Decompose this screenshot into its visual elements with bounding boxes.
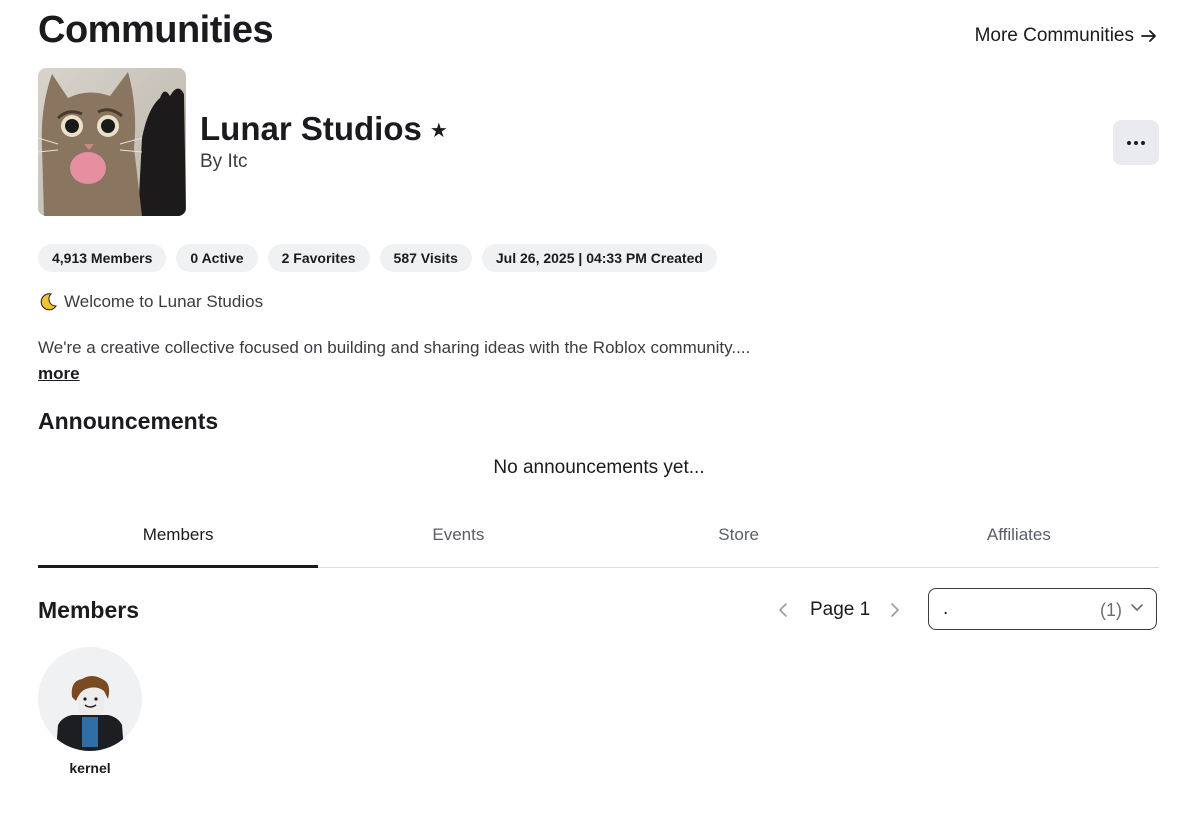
tab-store[interactable]: Store	[599, 510, 879, 567]
member-name: kernel	[69, 760, 111, 776]
welcome-text: Welcome to Lunar Studios	[64, 292, 264, 311]
tab-affiliates[interactable]: Affiliates	[879, 510, 1159, 567]
chevron-right-icon	[891, 603, 900, 617]
stat-visits: 587 Visits	[379, 244, 472, 272]
page-title: Communities	[38, 9, 274, 51]
tab-members[interactable]: Members	[38, 510, 319, 568]
read-more-link[interactable]: more	[38, 362, 80, 386]
stat-created: Jul 26, 2025 | 04:33 PM Created	[481, 244, 717, 272]
stat-favorites: 2 Favorites	[267, 244, 370, 272]
star-icon: ★	[429, 120, 448, 142]
page-label: Page 1	[810, 599, 871, 620]
members-heading: Members	[38, 597, 139, 623]
group-owner[interactable]: By Itc	[200, 150, 248, 174]
member-card[interactable]: kernel	[38, 647, 142, 777]
stat-active: 0 Active	[176, 244, 258, 272]
arrow-right-icon	[1140, 27, 1158, 45]
stat-members: 4,913 Members	[38, 244, 167, 272]
no-announcements-text: No announcements yet...	[493, 457, 705, 478]
more-communities-link[interactable]: More Communities	[975, 24, 1158, 48]
more-actions-button[interactable]	[1113, 120, 1159, 165]
group-description: We're a creative collective focused on b…	[38, 338, 751, 357]
group-name: Lunar Studios	[200, 110, 422, 147]
previous-page-button[interactable]	[772, 596, 794, 624]
role-select[interactable]: . (1)	[928, 588, 1157, 630]
announcements-heading: Announcements	[38, 408, 219, 434]
group-stats: 4,913 Members 0 Active 2 Favorites 587 V…	[38, 244, 717, 272]
group-name-row: Lunar Studios ★	[200, 108, 448, 150]
chevron-left-icon	[779, 603, 787, 617]
moon-icon	[38, 292, 58, 312]
role-member-count: (1)	[1100, 600, 1122, 620]
more-communities-label: More Communities	[974, 25, 1134, 46]
members-pager: Page 1	[772, 596, 906, 624]
more-horizontal-icon	[1127, 140, 1145, 145]
avatar	[38, 647, 142, 751]
welcome-line: Welcome to Lunar Studios	[38, 290, 263, 314]
next-page-button[interactable]	[884, 596, 906, 624]
group-thumbnail	[38, 68, 186, 216]
chevron-down-icon	[1130, 603, 1144, 613]
role-select-value: .	[943, 598, 949, 619]
tab-events[interactable]: Events	[318, 510, 598, 567]
group-tabs: Members Events Store Affiliates	[38, 510, 1159, 568]
